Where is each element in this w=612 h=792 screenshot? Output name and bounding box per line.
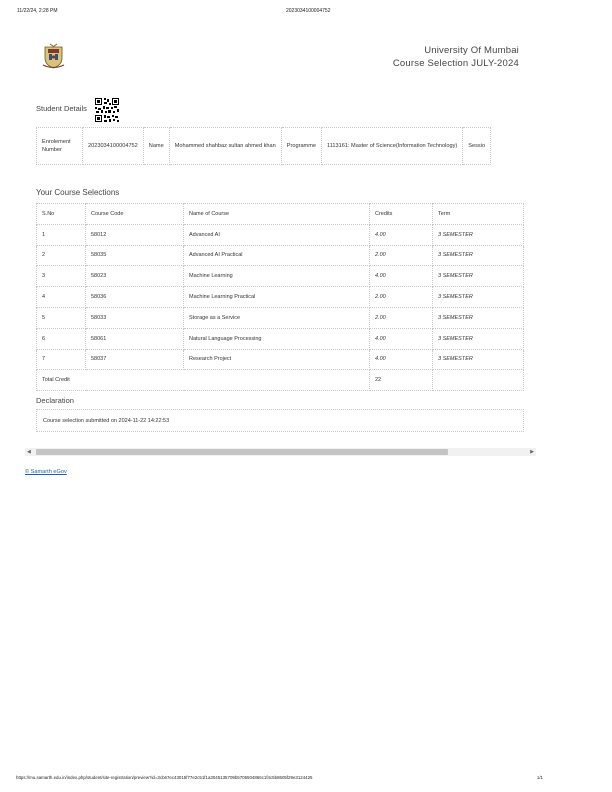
table-row: 7 58037 Research Project 4.00 3 SEMESTER: [36, 348, 524, 371]
cell-credits: 4.00: [369, 265, 433, 288]
enrolment-value: 2023034100004752: [82, 127, 144, 165]
table-row: 2 58035 Advanced AI Practical 2.00 3 SEM…: [36, 244, 524, 267]
enrolment-label: Enrolement Number: [36, 127, 83, 165]
print-page-number: 1/1: [536, 775, 543, 780]
total-credit-label: Total Credit: [36, 369, 370, 392]
cell-course-name: Advanced AI Practical: [183, 244, 370, 267]
student-details-row: Enrolement Number 2023034100004752 Name …: [36, 127, 492, 165]
cell-sno: 1: [36, 223, 86, 246]
cell-term: 3 SEMESTER: [432, 348, 524, 371]
cell-course-code: 58037: [85, 348, 184, 371]
scroll-right-arrow-icon[interactable]: ▶: [530, 449, 534, 455]
programme-label: Programme: [280, 127, 323, 165]
student-details-heading: Student Details: [36, 104, 87, 113]
cell-sno: 6: [36, 327, 86, 350]
cell-course-name: Machine Learning Practical: [183, 286, 370, 308]
cell-sno: 5: [36, 306, 86, 329]
cell-sno: 7: [36, 348, 86, 371]
cell-course-name: Research Project: [183, 348, 370, 371]
table-row: 1 58012 Advanced AI 4.00 3 SEMESTER: [36, 223, 524, 246]
course-selection-title: Course Selection JULY-2024: [392, 58, 519, 69]
column-header-course-name: Name of Course: [183, 203, 370, 225]
session-label: Sessio: [462, 127, 492, 165]
qr-code: [94, 97, 120, 123]
cell-credits: 2.00: [369, 286, 433, 308]
university-logo: [41, 43, 66, 70]
samarth-egov-link[interactable]: © Samarth eGov: [25, 469, 67, 475]
cell-course-code: 58012: [85, 223, 184, 246]
cell-term: 3 SEMESTER: [432, 306, 524, 329]
cell-course-code: 58035: [85, 244, 184, 267]
cell-sno: 2: [36, 244, 86, 267]
cell-credits: 2.00: [369, 306, 433, 329]
cell-course-code: 58033: [85, 306, 184, 329]
cell-sno: 4: [36, 286, 86, 308]
print-header: 11/22/24, 2:28 PM 2023034100004752: [0, 8, 612, 18]
total-credit-row: Total Credit 22: [36, 369, 524, 392]
horizontal-scrollbar[interactable]: ◀ ▶: [25, 448, 536, 456]
total-credit-value: 22: [369, 369, 433, 392]
cell-course-name: Storage as a Service: [183, 306, 370, 329]
scroll-left-arrow-icon[interactable]: ◀: [27, 449, 31, 455]
course-table: S.No Course Code Name of Course Credits …: [36, 203, 524, 392]
cell-term: 3 SEMESTER: [432, 286, 524, 308]
print-title: 2023034100004752: [286, 8, 331, 14]
cell-credits: 2.00: [369, 244, 433, 267]
cell-course-code: 58061: [85, 327, 184, 350]
course-table-header: S.No Course Code Name of Course Credits …: [36, 203, 524, 225]
cell-credits: 4.00: [369, 223, 433, 246]
name-value: Mohammed shahbaz sultan ahmed khan: [168, 127, 282, 165]
column-header-term: Term: [432, 203, 524, 225]
table-row: 5 58033 Storage as a Service 2.00 3 SEME…: [36, 306, 524, 329]
name-label: Name: [142, 127, 170, 165]
cell-course-name: Machine Learning: [183, 265, 370, 288]
cell-credits: 4.00: [369, 348, 433, 371]
column-header-course-code: Course Code: [85, 203, 184, 225]
university-name: University Of Mumbai: [424, 45, 519, 56]
cell-sno: 3: [36, 265, 86, 288]
print-footer: https://mu.samarth.edu.in/index.php/stud…: [0, 775, 612, 785]
print-url: https://mu.samarth.edu.in/index.php/stud…: [16, 775, 313, 780]
column-header-sno: S.No: [36, 203, 86, 225]
total-credit-empty: [432, 369, 524, 392]
university-header: University Of Mumbai Course Selection JU…: [393, 44, 519, 70]
print-date: 11/22/24, 2:28 PM: [17, 8, 58, 14]
column-header-credits: Credits: [369, 203, 433, 225]
cell-credits: 4.00: [369, 327, 433, 350]
table-row: 4 58036 Machine Learning Practical 2.00 …: [36, 286, 524, 308]
cell-course-code: 58036: [85, 286, 184, 308]
student-details-table: Enrolement Number 2023034100004752 Name …: [36, 127, 492, 165]
cell-term: 3 SEMESTER: [432, 265, 524, 288]
declaration-box: Course selection submitted on 2024-11-22…: [36, 409, 524, 432]
programme-value: 1113161: Master of Science(Information T…: [320, 127, 464, 165]
course-selections-heading: Your Course Selections: [36, 188, 120, 197]
cell-term: 3 SEMESTER: [432, 223, 524, 246]
cell-course-name: Advanced AI: [183, 223, 370, 246]
cell-course-code: 58023: [85, 265, 184, 288]
table-row: 6 58061 Natural Language Processing 4.00…: [36, 327, 524, 350]
cell-course-name: Natural Language Processing: [183, 327, 370, 350]
declaration-text: Course selection submitted on 2024-11-22…: [43, 418, 170, 424]
cell-term: 3 SEMESTER: [432, 327, 524, 350]
student-details-table-wrap: Enrolement Number 2023034100004752 Name …: [36, 127, 536, 165]
declaration-heading: Declaration: [36, 396, 74, 405]
table-row: 3 58023 Machine Learning 4.00 3 SEMESTER: [36, 265, 524, 288]
cell-term: 3 SEMESTER: [432, 244, 524, 267]
scrollbar-thumb[interactable]: [36, 449, 448, 455]
